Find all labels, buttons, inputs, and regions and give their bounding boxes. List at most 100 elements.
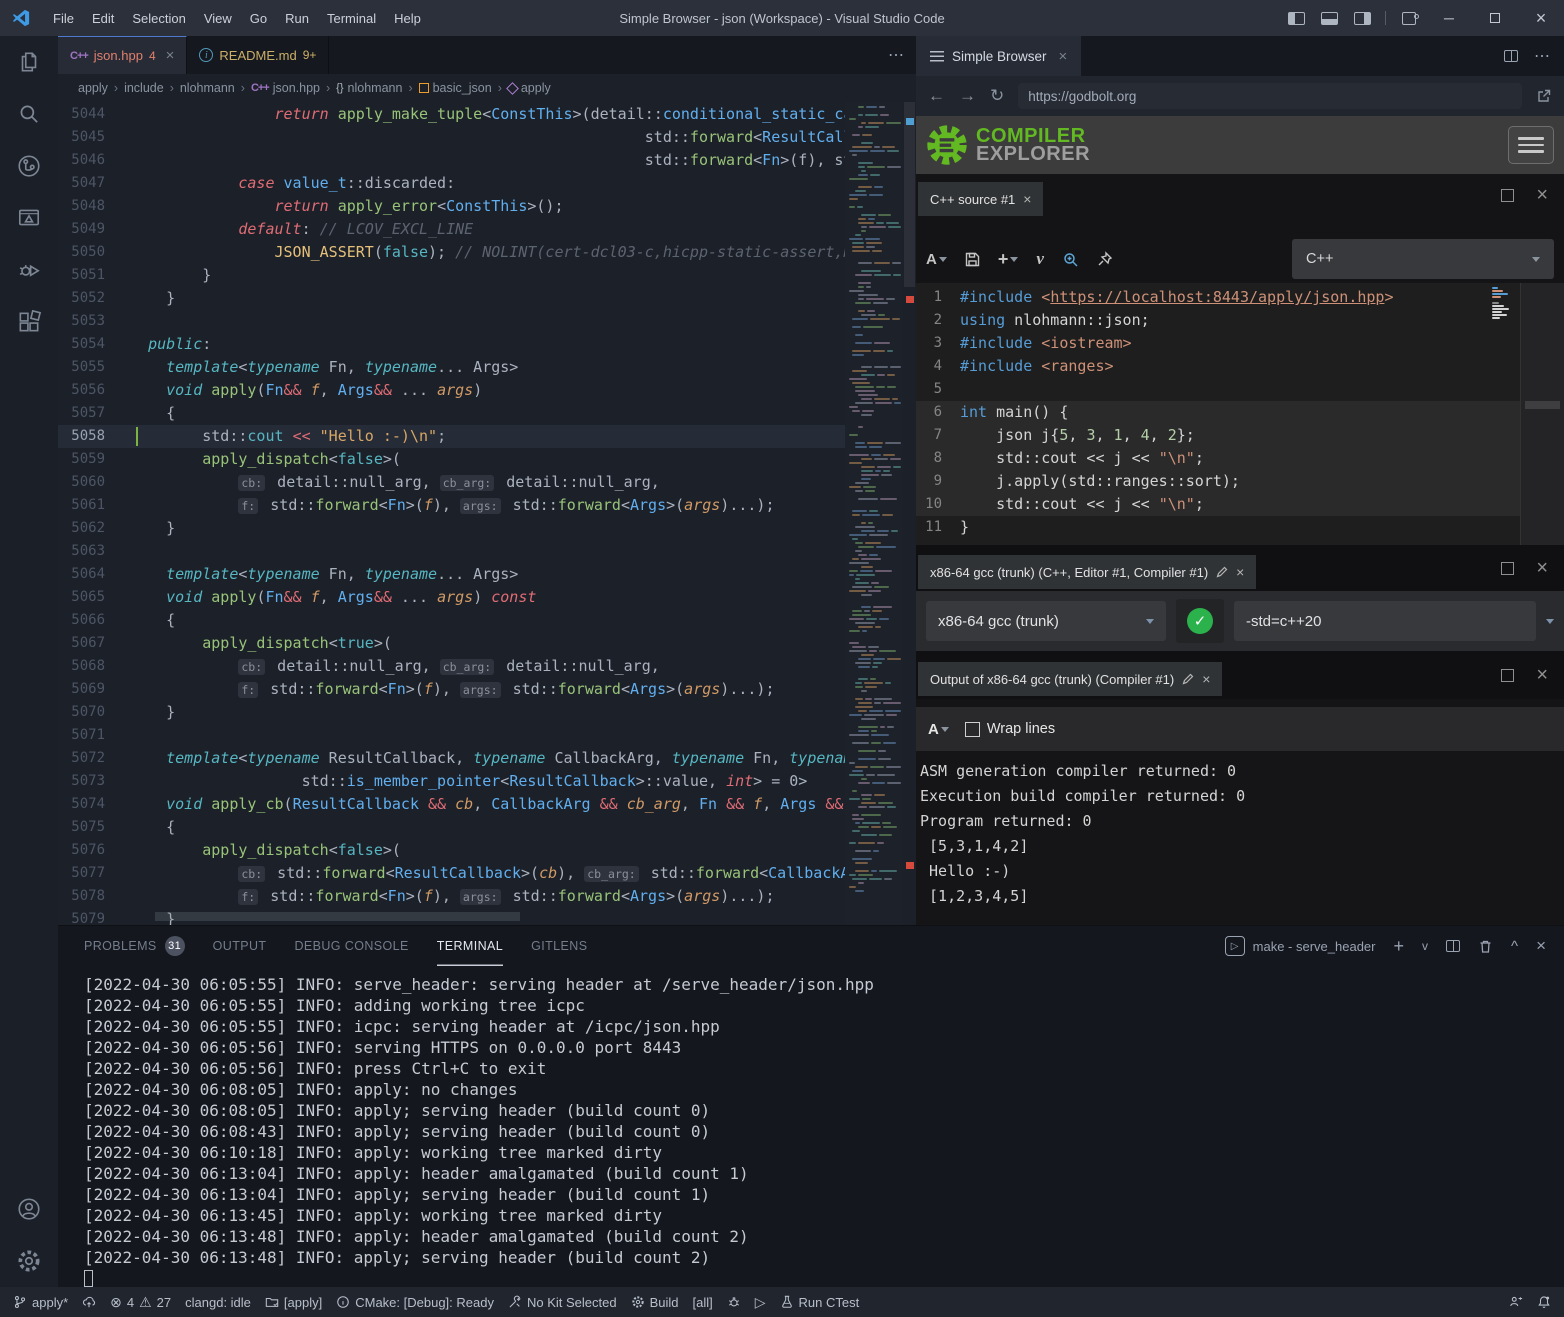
code-line[interactable]: 5076 apply_dispatch<false>(	[58, 839, 845, 862]
source-control-icon[interactable]	[5, 140, 53, 192]
code-line[interactable]: 5045 std::forward<ResultCallback>(cb),	[58, 126, 845, 149]
code-editor[interactable]: 5044 return apply_make_tuple<ConstThis>(…	[58, 102, 916, 925]
notifications-item[interactable]	[1530, 1295, 1558, 1309]
close-pane-icon[interactable]: ×	[1536, 664, 1548, 687]
ce-code-line[interactable]: 9 j.apply(std::ranges::sort);	[916, 470, 1564, 493]
rename-pencil-icon[interactable]	[1216, 566, 1228, 578]
open-external-icon[interactable]	[1536, 88, 1552, 104]
back-icon[interactable]: ←	[928, 86, 945, 106]
menu-run[interactable]: Run	[276, 11, 318, 26]
language-select[interactable]: C++	[1292, 239, 1554, 279]
forward-icon[interactable]: →	[959, 86, 976, 106]
ce-source-editor[interactable]: 1#include <https://localhost:8443/apply/…	[916, 283, 1564, 545]
code-line[interactable]: 5048 return apply_error<ConstThis>();	[58, 195, 845, 218]
options-dropdown-icon[interactable]	[1546, 619, 1554, 624]
panel-tab-gitlens[interactable]: GITLENS	[531, 926, 587, 966]
code-line[interactable]: 5067 apply_dispatch<true>(	[58, 632, 845, 655]
compiler-options-input[interactable]: -std=c++20	[1234, 601, 1536, 641]
code-line[interactable]: 5046 std::forward<Fn>(f), std::forward<A…	[58, 149, 845, 172]
code-line[interactable]: 5068 cb: detail::null_arg, cb_arg: detai…	[58, 655, 845, 678]
code-line[interactable]: 5053	[58, 310, 845, 333]
close-icon[interactable]: ×	[1236, 564, 1244, 580]
wrap-lines-checkbox[interactable]	[965, 722, 980, 737]
code-line[interactable]: 5057 {	[58, 402, 845, 425]
code-line[interactable]: 5077 cb: std::forward<ResultCallback>(cb…	[58, 862, 845, 885]
ce-code-line[interactable]: 5	[916, 378, 1564, 401]
settings-gear-icon[interactable]	[5, 1235, 53, 1287]
build-item[interactable]: Build	[624, 1287, 686, 1317]
compiler-select[interactable]: x86-64 gcc (trunk)	[926, 601, 1166, 641]
code-line[interactable]: 5066 {	[58, 609, 845, 632]
panel-tab-debug-console[interactable]: DEBUG CONSOLE	[294, 926, 408, 966]
output-tab[interactable]: Output of x86-64 gcc (trunk) (Compiler #…	[918, 662, 1222, 696]
menu-help[interactable]: Help	[385, 11, 430, 26]
terminal-select[interactable]: ▷ make - serve_header	[1225, 936, 1376, 956]
menu-file[interactable]: File	[44, 11, 83, 26]
code-line[interactable]: 5078 f: std::forward<Fn>(f), args: std::…	[58, 885, 845, 908]
code-line[interactable]: 5063	[58, 540, 845, 563]
minimap[interactable]	[845, 102, 903, 925]
feedback-item[interactable]	[1502, 1295, 1530, 1309]
split-terminal-icon[interactable]	[1446, 940, 1460, 952]
code-line[interactable]: 5052 }	[58, 287, 845, 310]
editor-actions-more-icon[interactable]: ⋯	[888, 36, 916, 74]
code-line[interactable]: 5061 f: std::forward<Fn>(f), args: std::…	[58, 494, 845, 517]
menu-view[interactable]: View	[195, 11, 241, 26]
code-line[interactable]: 5054 public:	[58, 333, 845, 356]
code-line[interactable]: 5062 }	[58, 517, 845, 540]
maximize-pane-icon[interactable]	[1501, 669, 1514, 682]
panel-tab-problems[interactable]: PROBLEMS31	[84, 926, 185, 966]
menu-go[interactable]: Go	[241, 11, 276, 26]
font-size-icon[interactable]: A	[928, 721, 949, 738]
terminal-output[interactable]: [2022-04-30 06:05:55] INFO: serve_header…	[84, 974, 1544, 1287]
close-icon[interactable]: ×	[1202, 671, 1210, 687]
active-project-item[interactable]: [apply]	[258, 1287, 329, 1317]
ce-code-line[interactable]: 8 std::cout << j << "\n";	[916, 447, 1564, 470]
pin-icon[interactable]	[1097, 251, 1113, 267]
code-line[interactable]: 5073 std::is_member_pointer<ResultCallba…	[58, 770, 845, 793]
code-line[interactable]: 5050 JSON_ASSERT(false); // NOLINT(cert-…	[58, 241, 845, 264]
ce-code-line[interactable]: 6int main() {	[916, 401, 1564, 424]
code-line[interactable]: 5060 cb: detail::null_arg, cb_arg: detai…	[58, 471, 845, 494]
code-line[interactable]: 5064 template<typename Fn, typename... A…	[58, 563, 845, 586]
launch-item[interactable]: ▷	[748, 1287, 773, 1317]
menu-selection[interactable]: Selection	[123, 11, 194, 26]
breadcrumb-item-include[interactable]: include	[124, 81, 164, 95]
toggle-panel-icon[interactable]	[1321, 12, 1338, 25]
git-branch-item[interactable]: apply*	[6, 1287, 75, 1317]
explorer-icon[interactable]	[5, 36, 53, 88]
accounts-icon[interactable]	[5, 1183, 53, 1235]
new-terminal-icon[interactable]: +	[1394, 936, 1405, 957]
breadcrumb-item-json.hpp[interactable]: C++json.hpp	[251, 81, 320, 95]
url-input[interactable]: https://godbolt.org	[1018, 83, 1522, 109]
terminal-dropdown-icon[interactable]: v	[1422, 939, 1428, 953]
panel-tab-output[interactable]: OUTPUT	[213, 926, 267, 966]
ce-code-line[interactable]: 10 std::cout << j << "\n";	[916, 493, 1564, 516]
code-line[interactable]: 5070 }	[58, 701, 845, 724]
kit-select-item[interactable]: No Kit Selected	[501, 1287, 624, 1317]
maximize-pane-icon[interactable]	[1501, 562, 1514, 575]
ce-code-line[interactable]: 11}	[916, 516, 1564, 539]
toggle-sidebar-icon[interactable]	[1288, 12, 1305, 25]
breadcrumb-item-nlohmann[interactable]: {}nlohmann	[336, 81, 402, 95]
ce-code-line[interactable]: 7 json j{5, 3, 1, 4, 2};	[916, 424, 1564, 447]
rename-pencil-icon[interactable]	[1182, 673, 1194, 685]
customize-layout-icon[interactable]	[1402, 12, 1416, 25]
maximize-pane-icon[interactable]	[1501, 189, 1514, 202]
breadcrumb-item-nlohmann[interactable]: nlohmann	[180, 81, 235, 95]
panel-tab-terminal[interactable]: TERMINAL	[437, 926, 503, 966]
vim-mode-icon[interactable]: v	[1036, 249, 1044, 269]
debug-item[interactable]	[720, 1287, 748, 1317]
search-icon[interactable]	[5, 88, 53, 140]
close-window-button[interactable]: ×	[1518, 0, 1564, 36]
split-editor-icon[interactable]	[1504, 50, 1518, 62]
build-target-item[interactable]: [all]	[686, 1287, 720, 1317]
code-line[interactable]: 5065 void apply(Fn&& f, Args&& ... args)…	[58, 586, 845, 609]
ce-code-line[interactable]: 1#include <https://localhost:8443/apply/…	[916, 286, 1564, 309]
zoom-icon[interactable]	[1062, 251, 1079, 268]
editor-scrollbar[interactable]	[903, 102, 916, 925]
maximize-button[interactable]	[1472, 0, 1518, 36]
code-line[interactable]: 5049 default: // LCOV_EXCL_LINE	[58, 218, 845, 241]
tab-json-hpp[interactable]: C++ json.hpp 4 ×	[58, 36, 187, 74]
breadcrumb-item-apply[interactable]: apply	[78, 81, 108, 95]
